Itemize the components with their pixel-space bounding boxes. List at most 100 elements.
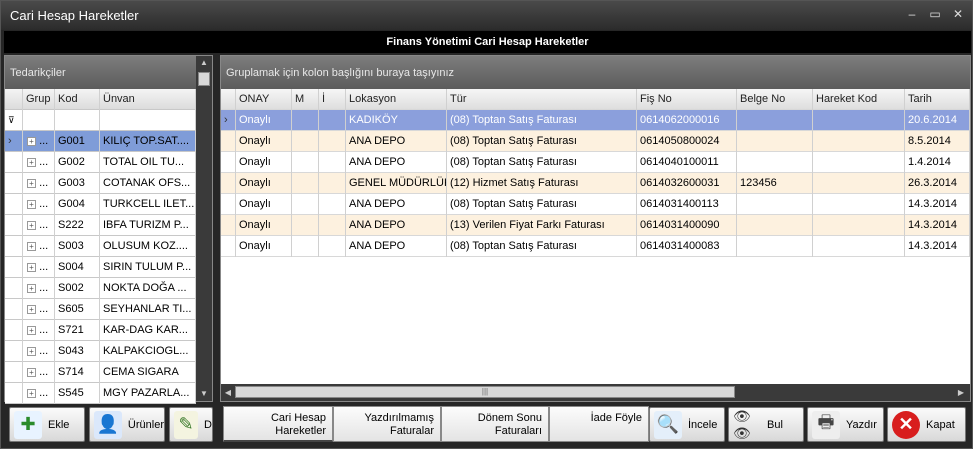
- filter-cell[interactable]: [100, 109, 196, 131]
- cell-lokasyon: KADIKÖY: [346, 109, 447, 131]
- cell-grup: ...: [39, 155, 49, 168]
- tab-iade-foyle[interactable]: İade Föyle: [549, 406, 649, 442]
- column-header[interactable]: Tür: [447, 88, 637, 110]
- supplier-panel-caption: Tedarikçiler: [5, 56, 196, 89]
- cell-tarih: 20.6.2014: [905, 109, 970, 131]
- table-row[interactable]: + ... S043 KALPAKCIOGL...: [5, 340, 196, 362]
- column-header[interactable]: İ: [319, 88, 346, 110]
- cell-unvan: KILIÇ TOP.SAT....: [100, 130, 196, 152]
- cell-tur: (13) Verilen Fiyat Farkı Faturası: [447, 214, 637, 236]
- cell-lokasyon: ANA DEPO: [346, 151, 447, 173]
- cell-unvan: KALPAKCIOGL...: [100, 340, 196, 362]
- supplier-filter-row[interactable]: ⊽: [5, 109, 196, 131]
- table-row[interactable]: Onaylı ANA DEPO (08) Toptan Satış Faturası…: [221, 235, 970, 257]
- column-header[interactable]: M: [292, 88, 319, 110]
- table-row[interactable]: + ... G003 COTANAK OFS...: [5, 172, 196, 194]
- print-button[interactable]: 🖶 Yazdır: [807, 407, 884, 442]
- cell-unvan: NOKTA DOĞA ...: [100, 277, 196, 299]
- column-header[interactable]: Kod: [55, 88, 100, 110]
- cell-hareket: [813, 151, 905, 173]
- expand-icon[interactable]: +: [27, 220, 36, 230]
- scroll-thumb[interactable]: [198, 72, 210, 86]
- column-header[interactable]: Hareket Kod: [813, 88, 905, 110]
- table-row[interactable]: Onaylı ANA DEPO (13) Verilen Fiyat Farkı F…: [221, 214, 970, 236]
- cell-belge: 123456: [737, 172, 813, 194]
- cell-lokasyon: GENEL MÜDÜRLÜK: [346, 172, 447, 194]
- column-header[interactable]: Tarih: [905, 88, 970, 110]
- close-button-label: Kapat: [926, 418, 955, 431]
- expand-icon[interactable]: +: [27, 136, 36, 146]
- table-row[interactable]: + ... S714 CEMA SIGARA: [5, 361, 196, 383]
- transactions-hscrollbar[interactable]: ◀ ||| ▶: [221, 384, 970, 401]
- table-row[interactable]: Onaylı ANA DEPO (08) Toptan Satış Faturası…: [221, 193, 970, 215]
- column-header[interactable]: Belge No: [737, 88, 813, 110]
- table-row[interactable]: + ... S545 MGY PAZARLA...: [5, 382, 196, 404]
- tab-yazdirilmamis-faturalar[interactable]: Yazdırılmamış Faturalar: [333, 406, 441, 442]
- cell-unvan: MGY PAZARLA...: [100, 382, 196, 404]
- scroll-up-icon[interactable]: ▲: [196, 56, 212, 70]
- column-header[interactable]: ONAY: [236, 88, 292, 110]
- find-button[interactable]: 👁👁 Bul: [728, 407, 804, 442]
- products-button[interactable]: 👤 Ürünler: [89, 407, 165, 442]
- supplier-scrollbar[interactable]: ▲ ▼: [196, 56, 212, 401]
- table-row[interactable]: + ... S004 SIRIN TULUM P...: [5, 256, 196, 278]
- scroll-right-icon[interactable]: ▶: [954, 384, 968, 401]
- filter-cell[interactable]: [55, 109, 100, 131]
- table-row[interactable]: + ... S222 IBFA TURIZM P...: [5, 214, 196, 236]
- hscroll-thumb[interactable]: |||: [235, 386, 735, 398]
- table-row[interactable]: Onaylı ANA DEPO (08) Toptan Satış Faturası…: [221, 130, 970, 152]
- row-indicator: [5, 235, 23, 257]
- scroll-down-icon[interactable]: ▼: [196, 387, 212, 401]
- table-row[interactable]: + ... G002 TOTAL OIL TU...: [5, 151, 196, 173]
- expand-icon[interactable]: +: [27, 178, 36, 188]
- table-row[interactable]: + ... S721 KAR-DAG KAR...: [5, 319, 196, 341]
- column-header[interactable]: Grup: [23, 88, 55, 110]
- maximize-icon[interactable]: ▭: [926, 6, 944, 22]
- expand-icon[interactable]: +: [27, 367, 36, 377]
- close-window-icon[interactable]: ✕: [949, 6, 967, 22]
- table-row[interactable]: + ... S002 NOKTA DOĞA ...: [5, 277, 196, 299]
- cell-unvan: KAR-DAG KAR...: [100, 319, 196, 341]
- tab-cari-hesap-hareketler[interactable]: Cari Hesap Hareketler: [223, 406, 333, 442]
- cell-hareket: [813, 193, 905, 215]
- expand-icon[interactable]: +: [27, 325, 36, 335]
- table-row[interactable]: + ... S003 OLUSUM KOZ....: [5, 235, 196, 257]
- close-button[interactable]: ✕ Kapat: [887, 407, 966, 442]
- expand-icon[interactable]: +: [27, 199, 36, 209]
- table-row[interactable]: › Onaylı KADIKÖY (08) Toptan Satış Faturası…: [221, 109, 970, 131]
- group-by-area[interactable]: Gruplamak için kolon başlığını buraya ta…: [221, 56, 970, 89]
- title-bar: Cari Hesap Hareketler ‒ ▭ ✕: [1, 1, 972, 30]
- expand-icon[interactable]: +: [27, 346, 36, 356]
- products-button-label: Ürünler: [127, 418, 164, 431]
- table-row[interactable]: + ... G004 TURKCELL ILET...: [5, 193, 196, 215]
- tab-donem-sonu-faturalari[interactable]: Dönem Sonu Faturaları: [441, 406, 549, 442]
- table-row[interactable]: + ... S605 SEYHANLAR TI...: [5, 298, 196, 320]
- expand-icon[interactable]: +: [27, 283, 36, 293]
- expand-icon[interactable]: +: [27, 241, 36, 251]
- expand-icon[interactable]: +: [27, 304, 36, 314]
- column-header[interactable]: Lokasyon: [346, 88, 447, 110]
- cell-belge: [737, 130, 813, 152]
- minimize-icon[interactable]: ‒: [903, 6, 921, 22]
- expand-icon[interactable]: +: [27, 157, 36, 167]
- expand-icon[interactable]: +: [27, 262, 36, 272]
- filter-cell[interactable]: [23, 109, 55, 131]
- cell-tur: (08) Toptan Satış Faturası: [447, 193, 637, 215]
- cell-i: [319, 235, 346, 257]
- expand-icon[interactable]: +: [27, 388, 36, 398]
- column-header[interactable]: Ünvan: [100, 88, 196, 110]
- table-row[interactable]: › + ... G001 KILIÇ TOP.SAT....: [5, 130, 196, 152]
- cell-kod: S721: [55, 319, 100, 341]
- inspect-button[interactable]: 🔍 İncele: [649, 407, 725, 442]
- scroll-left-icon[interactable]: ◀: [221, 384, 235, 401]
- add-button[interactable]: ✚ Ekle: [9, 407, 85, 442]
- table-row[interactable]: Onaylı GENEL MÜDÜRLÜK (12) Hizmet Satış Fa…: [221, 172, 970, 194]
- cell-fis: 0614031400113: [637, 193, 737, 215]
- table-row[interactable]: Onaylı ANA DEPO (08) Toptan Satış Faturası…: [221, 151, 970, 173]
- cell-kod: S003: [55, 235, 100, 257]
- cell-m: [292, 130, 319, 152]
- cell-grup: ...: [39, 302, 49, 315]
- column-header[interactable]: Fiş No: [637, 88, 737, 110]
- cell-i: [319, 172, 346, 194]
- edit-button[interactable]: ✎ D: [169, 407, 213, 442]
